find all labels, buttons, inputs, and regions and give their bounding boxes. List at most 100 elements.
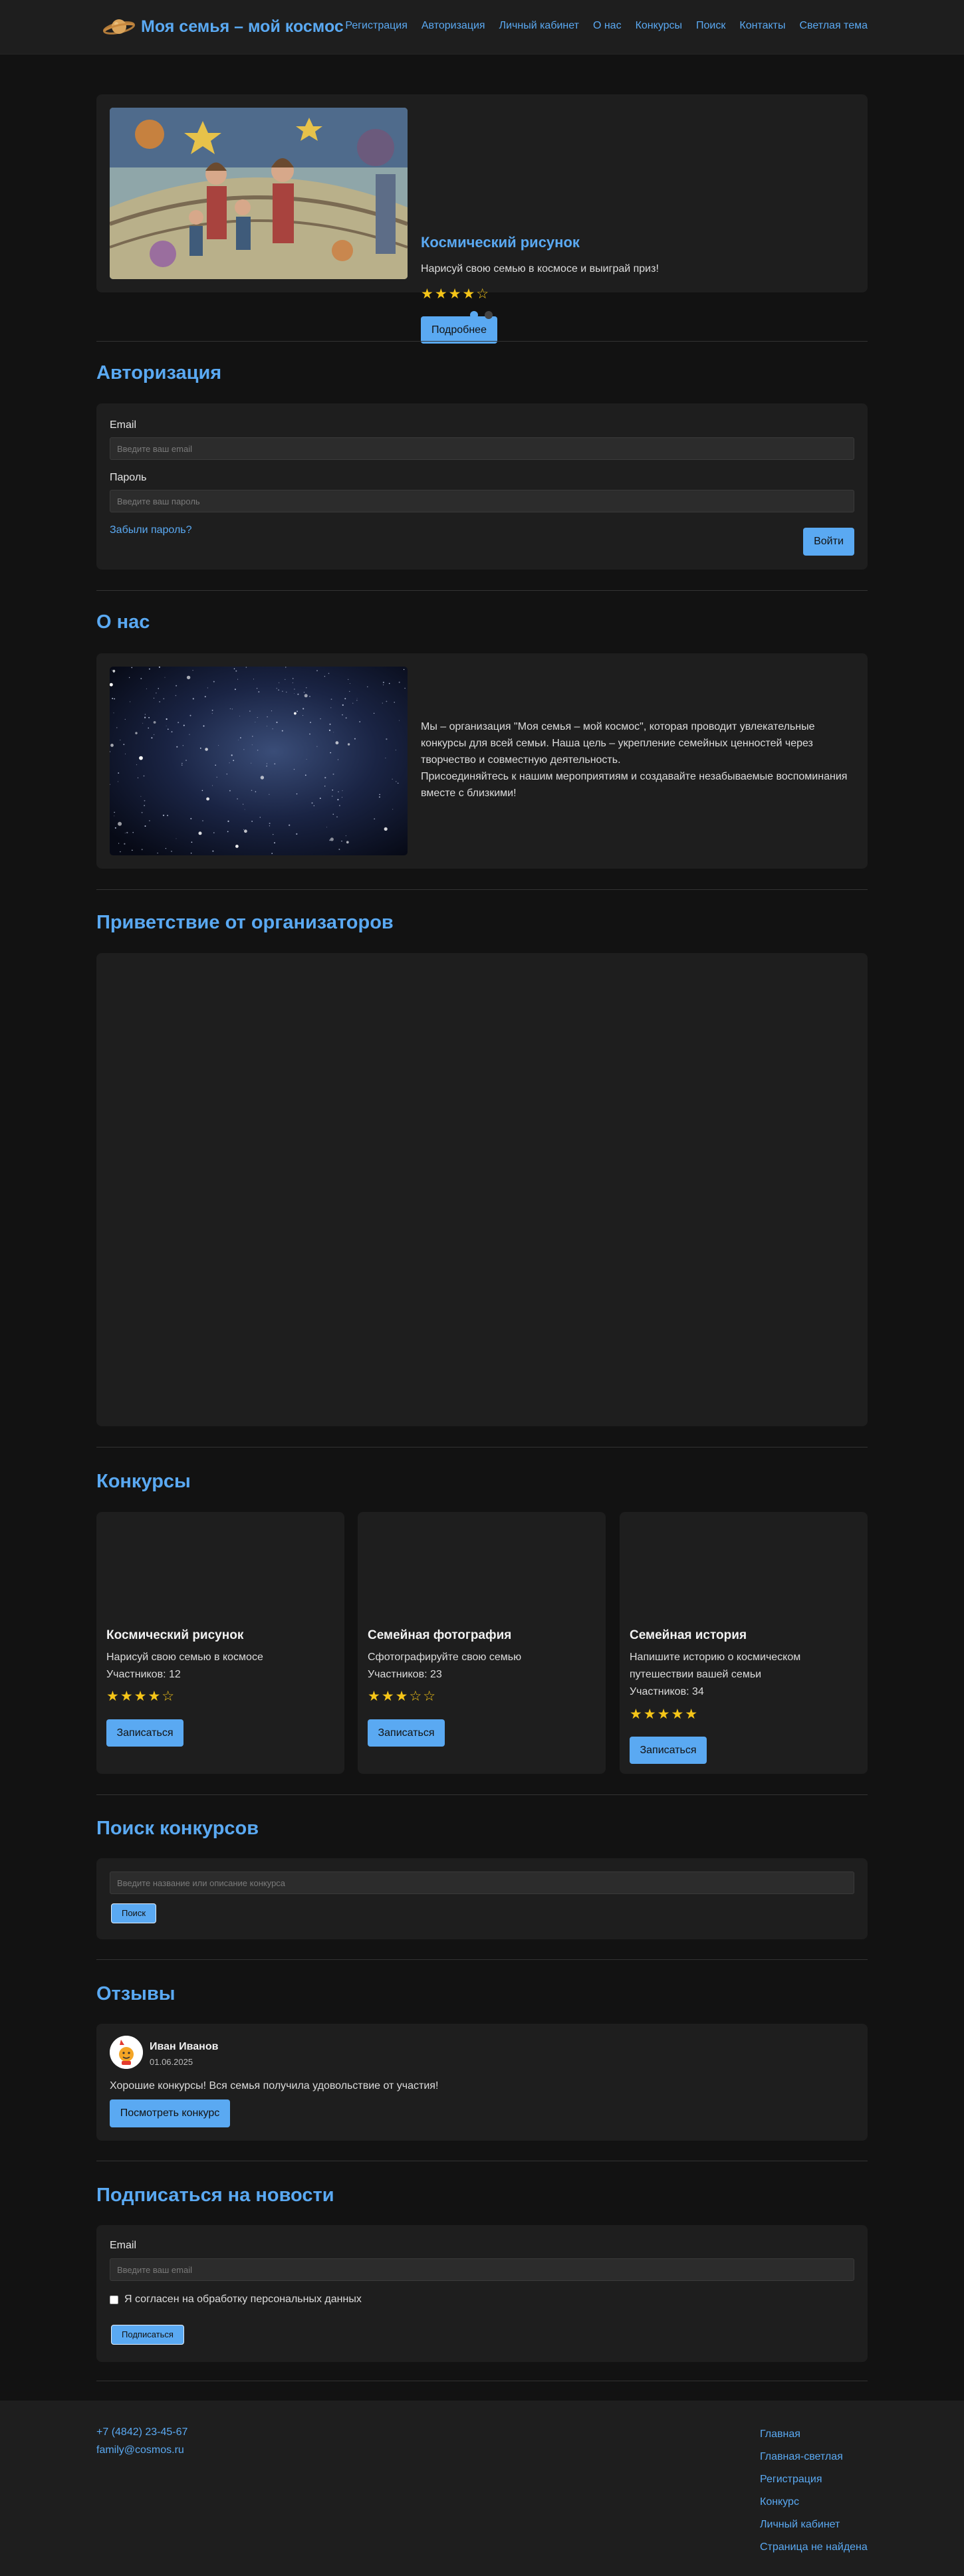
star-dot xyxy=(235,845,239,848)
section-divider xyxy=(96,341,868,342)
nav-link-login[interactable]: Авторизация xyxy=(422,20,485,32)
star-dot xyxy=(231,708,233,710)
newsletter-email-input[interactable] xyxy=(110,2258,854,2281)
nav-link-contacts[interactable]: Контакты xyxy=(739,20,785,32)
site-header: Моя семья – мой космос Регистрация Автор… xyxy=(0,0,964,54)
star-dot xyxy=(374,818,376,819)
slider-dot-1[interactable] xyxy=(470,311,478,319)
star-dot xyxy=(320,718,321,720)
planet-icon xyxy=(102,19,136,35)
star-dot xyxy=(192,698,194,700)
star-dot xyxy=(309,696,310,697)
footer-link-account[interactable]: Личный кабинет xyxy=(760,2514,868,2536)
section-divider xyxy=(96,590,868,591)
star-dot xyxy=(204,696,206,698)
slide-rating: ★★★★☆ xyxy=(421,286,491,302)
section-divider xyxy=(96,1794,868,1795)
star-dot xyxy=(319,798,321,800)
star-dot xyxy=(309,733,310,735)
review-text: Хорошие конкурсы! Вся семья получила удо… xyxy=(110,2080,439,2092)
details-button[interactable]: Подробнее xyxy=(421,316,497,344)
star-dot xyxy=(274,842,275,843)
slider-dot-2[interactable] xyxy=(485,311,493,319)
star-dot xyxy=(135,732,138,734)
star-dot xyxy=(206,797,209,801)
forgot-password-link[interactable]: Забыли пароль? xyxy=(110,524,192,536)
star-dot xyxy=(158,688,159,689)
star-dot xyxy=(159,701,160,702)
star-dot xyxy=(212,850,214,852)
contest-signup-button[interactable]: Записаться xyxy=(106,1719,183,1747)
email-input[interactable] xyxy=(110,437,854,460)
logo[interactable]: Моя семья – мой космос xyxy=(102,15,344,39)
view-contest-button[interactable]: Посмотреть конкурс xyxy=(110,2099,230,2127)
password-input[interactable] xyxy=(110,490,854,512)
search-input[interactable] xyxy=(110,1872,854,1894)
welcome-video-placeholder[interactable] xyxy=(96,953,868,1426)
star-dot xyxy=(148,727,149,729)
star-dot xyxy=(271,853,273,854)
star-dot xyxy=(118,772,120,774)
footer-link-not-found[interactable]: Страница не найдена xyxy=(760,2536,868,2559)
nav-link-search[interactable]: Поиск xyxy=(696,20,725,32)
star-dot xyxy=(330,707,332,708)
about-text: Мы – организация "Моя семья – мой космос… xyxy=(421,718,853,802)
about-section-title: О нас xyxy=(96,611,150,633)
contest-title: Космический рисунок xyxy=(106,1628,244,1642)
star-dot xyxy=(356,698,358,699)
consent-checkbox-row[interactable]: Я согласен на обработку персональных дан… xyxy=(110,2294,362,2306)
star-dot xyxy=(229,762,230,764)
user-avatar-icon xyxy=(110,2036,143,2069)
footer-phone-link[interactable]: +7 (4842) 23-45-67 xyxy=(96,2423,187,2441)
star-dot xyxy=(235,670,237,672)
star-dot xyxy=(304,774,306,776)
footer-nav: Главная Главная-светлая Регистрация Конк… xyxy=(760,2423,868,2559)
contest-signup-button[interactable]: Записаться xyxy=(368,1719,445,1747)
welcome-section-title: Приветствие от организаторов xyxy=(96,912,394,933)
star-dot xyxy=(332,790,334,791)
about-card: Мы – организация "Моя семья – мой космос… xyxy=(96,653,868,869)
star-dot xyxy=(347,743,350,746)
auth-section-title: Авторизация xyxy=(96,362,222,383)
search-section-title: Поиск конкурсов xyxy=(96,1818,259,1839)
star-dot xyxy=(166,718,168,720)
footer-link-contest[interactable]: Конкурс xyxy=(760,2491,868,2514)
star-dot xyxy=(205,748,208,751)
star-dot xyxy=(181,762,183,764)
star-dot xyxy=(140,678,142,679)
nav-link-contests[interactable]: Конкурсы xyxy=(636,20,682,32)
star-dot xyxy=(118,821,122,826)
star-dot xyxy=(141,811,143,813)
star-dot xyxy=(255,791,257,793)
star-dot xyxy=(234,689,236,691)
star-dot xyxy=(296,833,298,835)
star-dot xyxy=(297,693,299,695)
star-dot xyxy=(123,744,125,745)
contest-signup-button[interactable]: Записаться xyxy=(630,1737,707,1764)
consent-checkbox[interactable] xyxy=(110,2295,118,2304)
nav-link-about[interactable]: О нас xyxy=(593,20,622,32)
subscribe-button[interactable]: Подписаться xyxy=(111,2325,184,2345)
contest-card: Семейная история Напишите историю о косм… xyxy=(620,1512,868,1774)
footer-email-link[interactable]: family@cosmos.ru xyxy=(96,2441,187,2459)
footer-link-home-light[interactable]: Главная-светлая xyxy=(760,2446,868,2468)
footer-link-register[interactable]: Регистрация xyxy=(760,2468,868,2491)
star-dot xyxy=(143,775,145,777)
star-dot xyxy=(293,768,295,770)
star-dot xyxy=(286,691,287,693)
nav-link-account[interactable]: Личный кабинет xyxy=(499,20,579,32)
star-dot xyxy=(171,731,173,732)
star-dot xyxy=(233,668,235,670)
theme-toggle-link[interactable]: Светлая тема xyxy=(799,20,868,32)
star-dot xyxy=(237,679,239,680)
slider-dots xyxy=(470,311,499,319)
star-dot xyxy=(215,764,216,766)
consent-label: Я согласен на обработку персональных дан… xyxy=(124,2294,362,2305)
star-dot xyxy=(167,815,168,816)
login-button[interactable]: Войти xyxy=(803,528,854,556)
nav-link-register[interactable]: Регистрация xyxy=(345,20,408,32)
footer-link-home[interactable]: Главная xyxy=(760,2423,868,2446)
star-dot xyxy=(332,813,334,815)
star-dot xyxy=(337,799,339,801)
search-button[interactable]: Поиск xyxy=(111,1903,156,1923)
